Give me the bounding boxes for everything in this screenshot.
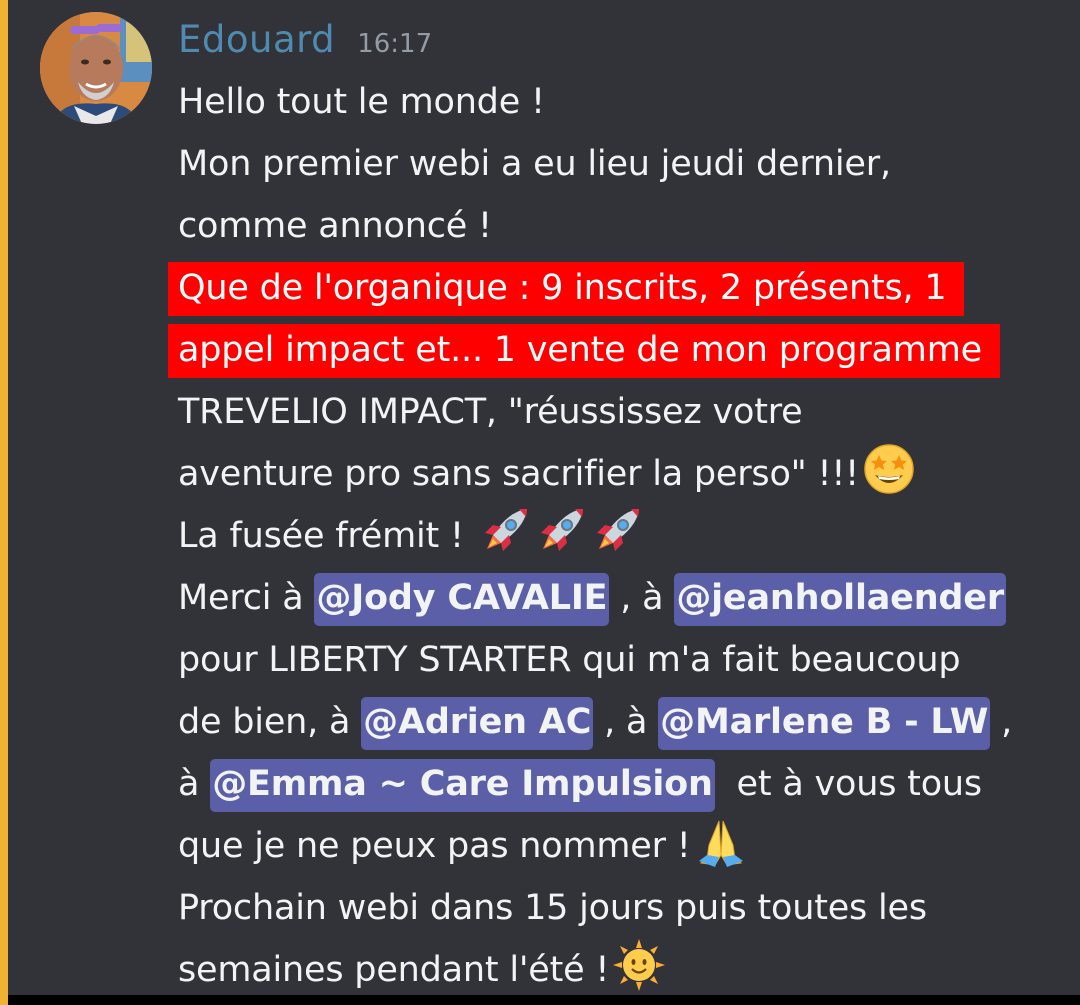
user-mention[interactable]: @Emma ~ Care Impulsion: [210, 759, 715, 812]
text: Mon premier webi a eu lieu jeudi dernier…: [178, 144, 891, 184]
message-line: appel impact et... 1 vente de mon progra…: [168, 319, 1078, 381]
avatar-photo-icon: [40, 12, 152, 124]
message-line: semaines pendant l'été !: [178, 939, 1078, 1001]
user-mention[interactable]: @Adrien AC: [361, 697, 594, 750]
message-line: Merci à @Jody CAVALIE , à @jeanhollaende…: [178, 567, 1078, 629]
message-timestamp[interactable]: 16:17: [357, 29, 432, 59]
message-line: La fusée frémit !: [178, 505, 1078, 567]
text: aventure pro sans sacrifier la perso" !!…: [178, 454, 859, 494]
frame-border: [8, 995, 158, 1005]
message-line: Prochain webi dans 15 jours puis toutes …: [178, 877, 1078, 939]
text: que je ne peux pas nommer !: [178, 826, 691, 866]
message-line: aventure pro sans sacrifier la perso" !!…: [178, 443, 1078, 505]
user-mention[interactable]: @Jody CAVALIE: [314, 573, 610, 626]
user-mention[interactable]: @jeanhollaender: [674, 573, 1006, 626]
text: , à: [593, 702, 659, 742]
message-line: Mon premier webi a eu lieu jeudi dernier…: [178, 133, 1078, 195]
text: Merci à: [178, 578, 315, 618]
chat-message: Edouard 16:17 Hello tout le monde ! Mon …: [8, 0, 1080, 995]
message-line: que je ne peux pas nommer !: [178, 815, 1078, 877]
text: de bien, à: [178, 702, 362, 742]
text: semaines pendant l'été !: [178, 950, 610, 990]
text: La fusée frémit !: [178, 516, 464, 556]
rocket-emoji-icon: [591, 505, 643, 557]
highlighted-text: appel impact et... 1 vente de mon progra…: [168, 324, 1000, 378]
message-line: Que de l'organique : 9 inscrits, 2 prése…: [168, 257, 1078, 319]
highlighted-text: Que de l'organique : 9 inscrits, 2 prése…: [168, 262, 965, 316]
user-mention[interactable]: @Marlene B - LW: [658, 697, 991, 750]
message-line: TREVELIO IMPACT, "réussissez votre: [178, 381, 1078, 443]
message-line: pour LIBERTY STARTER qui m'a fait beauco…: [178, 629, 1078, 691]
text: comme annoncé !: [178, 206, 492, 246]
message-header: Edouard 16:17: [178, 18, 432, 62]
message-line: Hello tout le monde !: [178, 71, 1078, 133]
star-struck-emoji-icon: [863, 443, 915, 495]
text: Prochain webi dans 15 jours puis toutes …: [178, 888, 927, 928]
message-line: comme annoncé !: [178, 195, 1078, 257]
text: TREVELIO IMPACT, "réussissez votre: [178, 392, 803, 432]
text: ,: [990, 702, 1013, 742]
author-name[interactable]: Edouard: [178, 18, 335, 61]
channel-unread-bar: [0, 0, 8, 1005]
rocket-emoji-icon: [535, 505, 587, 557]
sun-with-face-emoji-icon: [613, 939, 666, 991]
text: Hello tout le monde !: [178, 82, 545, 122]
text: et à vous tous: [714, 764, 983, 804]
message-content: Hello tout le monde ! Mon premier webi a…: [168, 71, 1078, 1001]
message-line: à @Emma ~ Care Impulsion et à vous tous: [178, 753, 1078, 815]
rocket-emoji-icon: [479, 505, 531, 557]
text: à: [178, 764, 211, 804]
user-avatar[interactable]: [40, 12, 152, 124]
text: pour LIBERTY STARTER qui m'a fait beauco…: [178, 640, 961, 680]
folded-hands-emoji-icon: [695, 815, 747, 867]
text: , à: [609, 578, 675, 618]
message-line: de bien, à @Adrien AC , à @Marlene B - L…: [178, 691, 1078, 753]
